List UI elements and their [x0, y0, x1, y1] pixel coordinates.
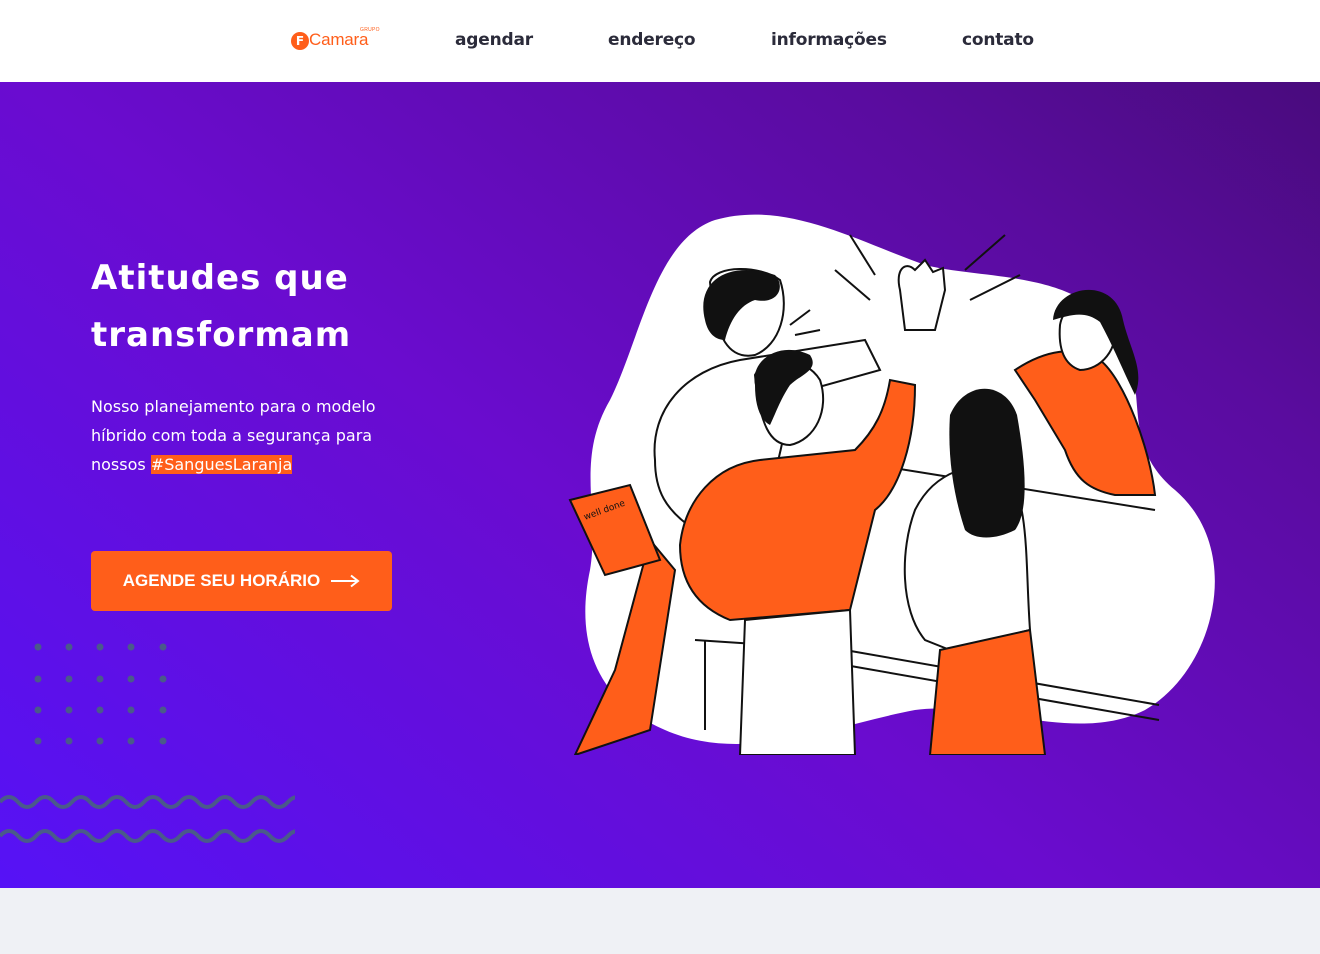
hero-subtitle: Nosso planejamento para o modelo híbrido…: [91, 392, 421, 479]
page-footer-strip: [0, 888, 1320, 954]
logo-wordmark: Camara: [309, 30, 369, 49]
decorative-dot-grid: [34, 643, 167, 745]
decorative-waves: [0, 795, 295, 843]
hero-title: Atitudes que transformam: [91, 258, 352, 355]
nav-link-informacoes[interactable]: informações: [771, 30, 887, 50]
nav-link-endereco[interactable]: endereço: [608, 30, 696, 50]
top-navbar: F Camara GRUPO agendar endereço informaç…: [0, 0, 1320, 82]
arrow-right-icon: [331, 574, 360, 588]
logo-badge-icon: F: [291, 32, 309, 50]
nav-link-agendar[interactable]: agendar: [455, 30, 533, 50]
hero-section: Atitudes que transformam Nosso planejame…: [0, 82, 1320, 888]
schedule-button[interactable]: AGENDE SEU HORÁRIO: [91, 551, 392, 611]
team-high-five-illustration: well done: [568, 214, 1215, 755]
camara-logo[interactable]: F Camara GRUPO: [291, 27, 380, 52]
nav-link-contato[interactable]: contato: [962, 30, 1034, 50]
logo-tagline: GRUPO: [360, 27, 380, 33]
schedule-button-label: AGENDE SEU HORÁRIO: [122, 571, 321, 590]
hashtag-highlight: #SanguesLaranja: [150, 455, 293, 474]
